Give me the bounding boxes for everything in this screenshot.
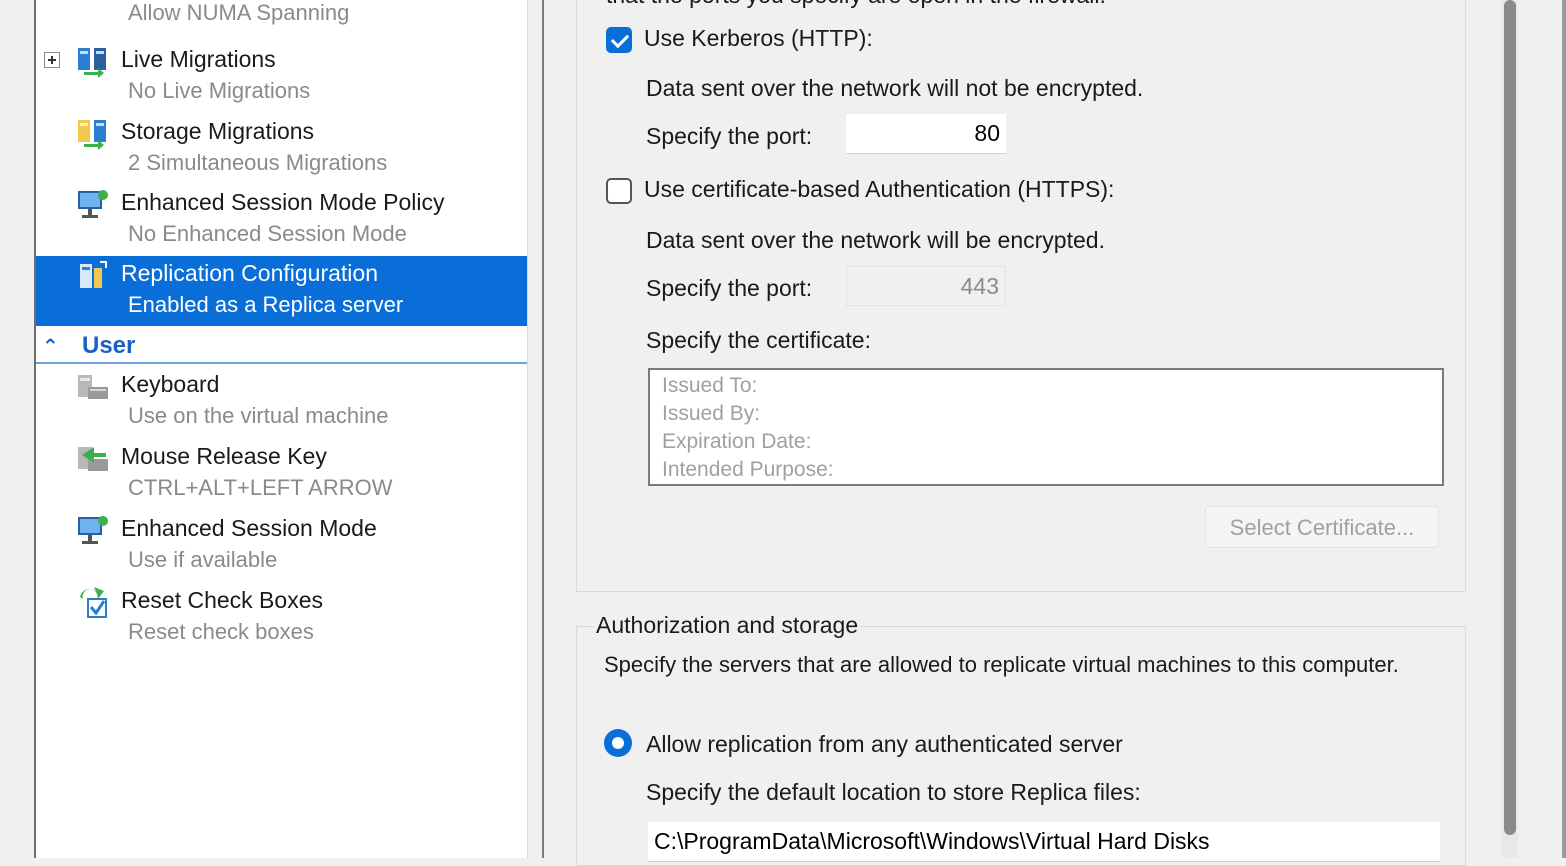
certificate-port-label: Specify the port: xyxy=(646,275,813,301)
tree-item-title: Enhanced Session Mode xyxy=(121,515,377,541)
left-gutter xyxy=(0,0,36,858)
tree-item-enhanced-session-mode[interactable]: Enhanced Session Mode Use if available xyxy=(36,511,527,581)
kerberos-checkbox[interactable] xyxy=(606,27,632,53)
tree-item-sub: CTRL+ALT+LEFT ARROW xyxy=(128,475,393,500)
certificate-note: Data sent over the network will be encry… xyxy=(646,227,1105,253)
tree-item-replication-configuration[interactable]: Replication Configuration Enabled as a R… xyxy=(36,256,527,326)
tree-item-title: Reset Check Boxes xyxy=(121,587,323,613)
settings-tree: Allow NUMA Spanning Live Migrations No L… xyxy=(36,0,528,858)
vertical-scrollbar[interactable] xyxy=(1502,0,1518,858)
authorization-description: Specify the servers that are allowed to … xyxy=(604,652,1399,677)
default-location-label: Specify the default location to store Re… xyxy=(646,779,1141,805)
kerberos-label: Use Kerberos (HTTP): xyxy=(644,25,873,51)
allow-any-server-label: Allow replication from any authenticated… xyxy=(646,731,1123,757)
tree-item-title: Live Migrations xyxy=(121,46,276,72)
scrollbar-thumb[interactable] xyxy=(1504,0,1516,835)
issued-by-label: Issued By: xyxy=(662,402,761,425)
tree-item-title: Mouse Release Key xyxy=(121,443,327,469)
tree-item-sub: Reset check boxes xyxy=(128,619,314,644)
tree-item-sub: Enabled as a Replica server xyxy=(128,292,404,317)
collapse-chevron-icon[interactable]: ⌃ xyxy=(42,334,59,359)
issued-to-label: Issued To: xyxy=(662,374,758,397)
tree-item-title: Replication Configuration xyxy=(121,260,378,286)
storage-migration-icon xyxy=(76,118,110,150)
tree-item-storage-migrations[interactable]: Storage Migrations 2 Simultaneous Migrat… xyxy=(36,114,527,184)
pane-splitter[interactable] xyxy=(528,0,544,858)
enhanced-session-icon xyxy=(76,189,110,219)
tree-item-live-migrations[interactable]: Live Migrations No Live Migrations xyxy=(36,42,527,112)
tree-item-sub: No Enhanced Session Mode xyxy=(128,221,407,246)
tree-item-sub: Use on the virtual machine xyxy=(128,403,389,428)
settings-detail-pane: that the ports you specify are open in t… xyxy=(544,0,1566,866)
tree-item-numa[interactable]: Allow NUMA Spanning xyxy=(36,0,527,34)
tree-item-reset-check-boxes[interactable]: Reset Check Boxes Reset check boxes xyxy=(36,583,527,653)
intended-purpose-label: Intended Purpose: xyxy=(662,458,834,481)
reset-checkbox-icon xyxy=(76,587,110,618)
firewall-note: that the ports you specify are open in t… xyxy=(606,0,1106,9)
certificate-auth-label: Use certificate-based Authentication (HT… xyxy=(644,176,1115,202)
kerberos-note: Data sent over the network will not be e… xyxy=(646,75,1144,101)
tree-item-title: Enhanced Session Mode Policy xyxy=(121,189,445,215)
section-header-user[interactable]: ⌃ User xyxy=(36,330,527,364)
certificate-details-box: Issued To: Issued By: Expiration Date: I… xyxy=(648,368,1444,486)
allow-any-server-radio[interactable] xyxy=(604,729,632,757)
expiration-date-label: Expiration Date: xyxy=(662,430,812,453)
section-header-label: User xyxy=(82,332,136,359)
certificate-auth-checkbox[interactable] xyxy=(606,178,632,204)
tree-item-enhanced-session-policy[interactable]: Enhanced Session Mode Policy No Enhanced… xyxy=(36,185,527,255)
tree-item-mouse-release-key[interactable]: Mouse Release Key CTRL+ALT+LEFT ARROW xyxy=(36,439,527,509)
select-certificate-button[interactable]: Select Certificate... xyxy=(1205,506,1439,548)
keyboard-icon xyxy=(76,371,110,401)
replication-icon xyxy=(76,260,110,290)
enhanced-session-icon xyxy=(76,515,110,545)
tree-item-title: Keyboard xyxy=(121,371,220,397)
kerberos-port-label: Specify the port: xyxy=(646,123,813,149)
tree-item-sub: Use if available xyxy=(128,547,278,572)
tree-item-keyboard[interactable]: Keyboard Use on the virtual machine xyxy=(36,367,527,437)
certificate-port-input[interactable]: 443 xyxy=(846,266,1006,306)
tree-item-sub: 2 Simultaneous Migrations xyxy=(128,150,388,175)
live-migration-icon xyxy=(76,46,110,78)
default-location-input[interactable]: C:\ProgramData\Microsoft\Windows\Virtual… xyxy=(648,822,1440,862)
authorization-storage-title: Authorization and storage xyxy=(594,612,861,639)
expand-icon[interactable] xyxy=(44,52,60,68)
tree-item-sub: No Live Migrations xyxy=(128,78,311,103)
tree-item-sub: Allow NUMA Spanning xyxy=(128,0,350,25)
tree-item-title: Storage Migrations xyxy=(121,118,315,144)
specify-certificate-label: Specify the certificate: xyxy=(646,327,871,353)
window-edge xyxy=(1562,0,1566,858)
kerberos-port-input[interactable]: 80 xyxy=(846,114,1006,154)
mouse-icon xyxy=(76,443,110,473)
